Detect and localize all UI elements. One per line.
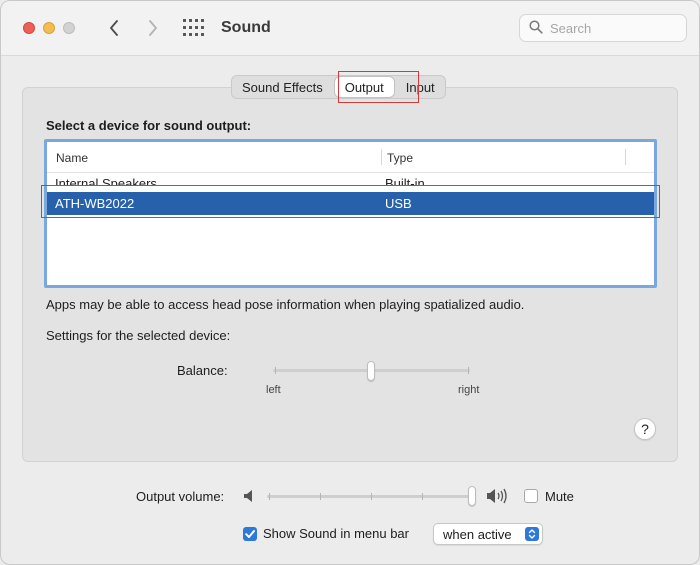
volume-tick	[371, 493, 372, 500]
back-button[interactable]	[102, 14, 126, 42]
forward-button[interactable]	[141, 14, 165, 42]
table-row-internal-speakers[interactable]: Internal Speakers Built-in	[47, 173, 654, 185]
device-name: Internal Speakers	[55, 176, 157, 185]
balance-tick	[275, 367, 276, 374]
volume-track	[267, 495, 473, 498]
table-header: Name Type	[47, 142, 654, 173]
menubar-visibility-popup[interactable]: when active	[433, 523, 543, 545]
column-header-type[interactable]: Type	[387, 151, 413, 165]
search-input[interactable]	[550, 19, 680, 37]
checkmark-icon	[245, 530, 255, 538]
balance-right-label: right	[458, 384, 480, 396]
speaker-low-icon	[244, 490, 252, 502]
mute-checkbox[interactable]	[524, 489, 538, 503]
zoom-window-button[interactable]	[63, 22, 75, 34]
column-header-name[interactable]: Name	[56, 151, 88, 165]
chevron-right-icon	[149, 20, 157, 36]
device-type: Built-in	[385, 176, 425, 185]
close-window-button[interactable]	[23, 22, 35, 34]
spatial-audio-info: Apps may be able to access head pose inf…	[46, 297, 525, 312]
window-title: Sound	[221, 19, 271, 36]
chevron-left-icon	[110, 20, 118, 36]
tab-sound-effects[interactable]: Sound Effects	[232, 76, 333, 98]
volume-tick	[320, 493, 321, 500]
show-all-button[interactable]	[182, 17, 206, 39]
volume-tick	[422, 493, 423, 500]
balance-label: Balance:	[177, 363, 228, 378]
device-settings-label: Settings for the selected device:	[46, 328, 231, 343]
device-list-heading: Select a device for sound output:	[46, 118, 252, 133]
popup-selected-value: when active	[443, 527, 512, 542]
help-button[interactable]: ?	[634, 418, 656, 440]
search-field[interactable]	[519, 14, 687, 42]
column-divider	[625, 149, 626, 165]
selected-row-highlight	[41, 185, 660, 218]
output-tab-highlight	[338, 71, 419, 103]
volume-tick	[269, 493, 270, 500]
balance-left-label: left	[266, 384, 281, 396]
popup-arrows-icon	[525, 527, 539, 541]
column-divider	[381, 149, 382, 165]
show-in-menubar-checkbox[interactable]	[243, 527, 257, 541]
balance-tick	[468, 367, 469, 374]
balance-knob[interactable]	[367, 361, 375, 381]
speaker-high-icon	[487, 488, 507, 504]
volume-knob[interactable]	[468, 486, 476, 506]
search-icon	[529, 20, 543, 34]
titlebar: Sound	[1, 1, 699, 56]
output-volume-label: Output volume:	[136, 489, 225, 504]
mute-label[interactable]: Mute	[545, 489, 574, 504]
sound-preferences-window: Sound Sound Effects Output Input Select …	[0, 0, 700, 565]
minimize-window-button[interactable]	[43, 22, 55, 34]
show-in-menubar-label[interactable]: Show Sound in menu bar	[263, 526, 409, 541]
